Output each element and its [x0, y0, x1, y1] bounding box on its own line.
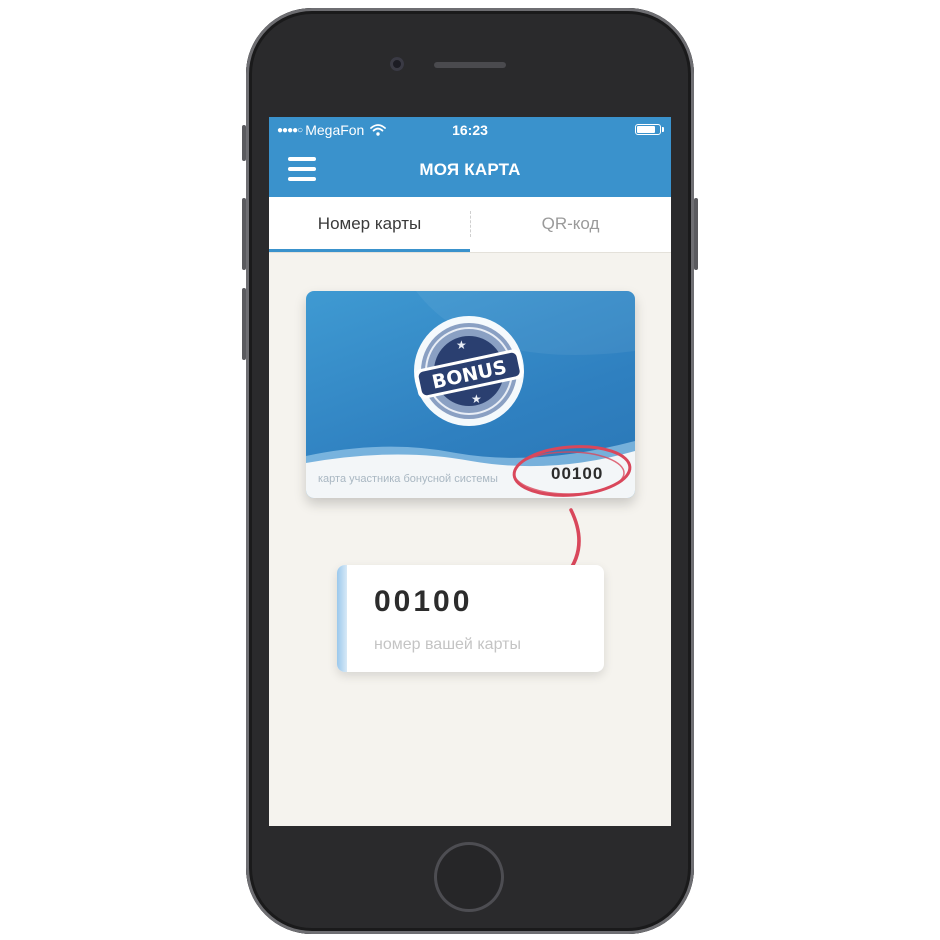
highlight-annotation	[512, 445, 632, 613]
callout-label: номер вашей карты	[374, 636, 521, 653]
power-button	[694, 198, 698, 270]
home-button[interactable]	[434, 842, 504, 912]
card-number-callout: 00100 номер вашей карты	[337, 565, 604, 672]
volume-down-button	[242, 288, 246, 360]
callout-number: 00100	[374, 585, 473, 618]
earpiece-speaker	[434, 62, 506, 68]
app-screen: ●●●●○ MegaFon 16:23 МОЯ КАРТА Номер карт…	[269, 117, 671, 826]
highlight-circle-inner	[513, 451, 625, 495]
front-camera	[390, 57, 404, 71]
volume-up-button	[242, 198, 246, 270]
callout-edge	[337, 565, 347, 672]
mute-switch	[242, 125, 246, 161]
